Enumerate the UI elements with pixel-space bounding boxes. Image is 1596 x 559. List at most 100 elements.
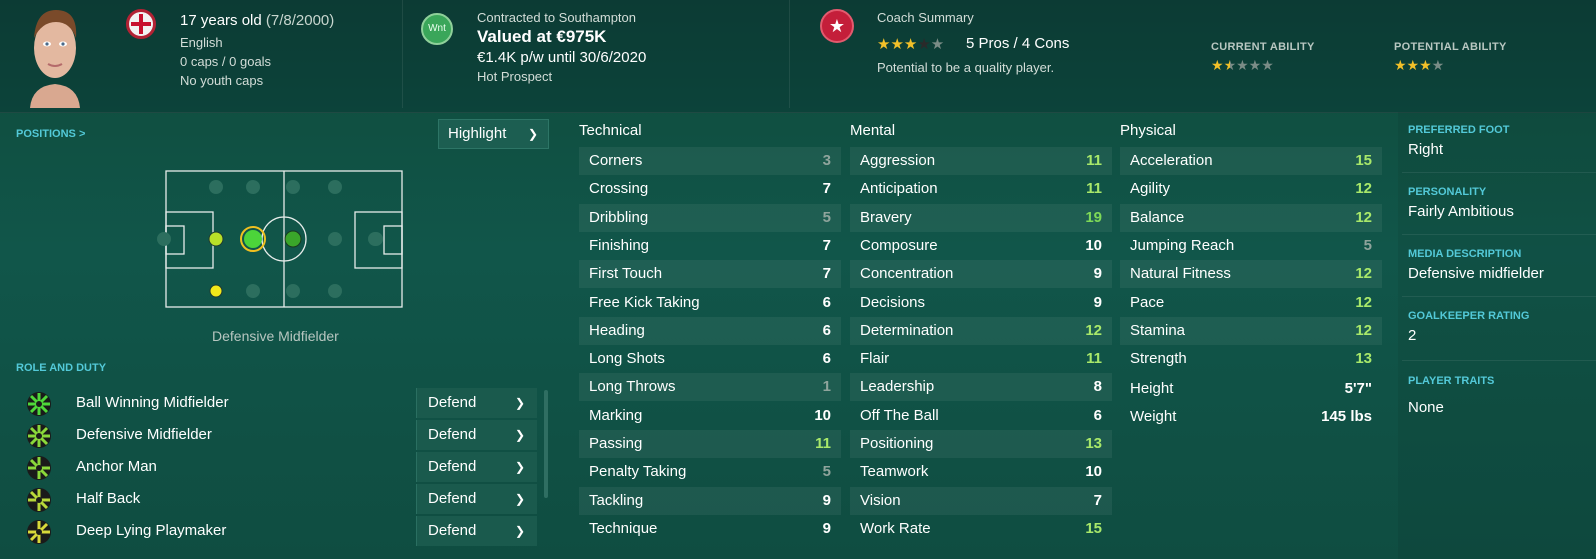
attribute-row[interactable]: Penalty Taking 5 <box>579 458 841 486</box>
attribute-row[interactable]: Free Kick Taking 6 <box>579 289 841 317</box>
attribute-name: First Touch <box>589 265 663 283</box>
attribute-row[interactable]: Heading 6 <box>579 316 841 345</box>
attribute-name: Natural Fitness <box>1130 265 1231 283</box>
attribute-row[interactable]: Dribbling 5 <box>579 203 841 232</box>
role-row[interactable]: Anchor Man Defend ❯ <box>0 452 540 482</box>
attribute-row[interactable]: Jumping Reach 5 <box>1120 232 1382 260</box>
attribute-name: Technique <box>589 519 658 537</box>
attribute-row[interactable]: Marking 10 <box>579 402 841 430</box>
attribute-row[interactable]: Tackling 9 <box>579 486 841 515</box>
position-caption: Defensive Midfielder <box>212 328 339 344</box>
chevron-down-icon: ❯ <box>514 396 525 410</box>
roles-scrollbar[interactable] <box>544 390 548 498</box>
attribute-row[interactable]: Bravery 19 <box>850 203 1112 232</box>
attribute-name: Concentration <box>860 265 954 283</box>
attribute-row[interactable]: Balance 12 <box>1120 203 1382 232</box>
status-text: Hot Prospect <box>477 69 553 84</box>
attribute-row[interactable]: Composure 10 <box>850 232 1112 260</box>
attribute-row[interactable]: First Touch 7 <box>579 260 841 289</box>
attribute-row[interactable]: Pace 12 <box>1120 289 1382 317</box>
player-age: 17 years old (7/8/2000) <box>180 12 335 29</box>
positions-link[interactable]: POSITIONS > <box>16 128 85 140</box>
attribute-value: 19 <box>1085 208 1102 226</box>
attribute-row[interactable]: Passing 11 <box>579 430 841 458</box>
caps-goals: 0 caps / 0 goals <box>180 54 272 69</box>
attribute-row[interactable]: Crossing 7 <box>579 175 841 203</box>
attribute-row[interactable]: Corners 3 <box>579 147 841 175</box>
attribute-name: Determination <box>860 321 954 339</box>
attribute-row[interactable]: Concentration 9 <box>850 260 1112 289</box>
position-dot <box>369 232 383 246</box>
coach-stars: ★★★★★ <box>877 36 945 53</box>
attribute-row[interactable]: Anticipation 11 <box>850 175 1112 203</box>
highlight-dropdown[interactable]: Highlight ❯ <box>438 119 549 149</box>
attribute-row[interactable]: Vision 7 <box>850 486 1112 515</box>
coach-summary-title: Coach Summary <box>877 10 974 25</box>
attribute-row[interactable]: Work Rate 15 <box>850 515 1112 543</box>
attribute-row[interactable]: Finishing 7 <box>579 232 841 260</box>
attribute-value: 9 <box>1093 265 1102 283</box>
duty-dropdown[interactable]: Defend ❯ <box>416 420 537 450</box>
attribute-name: Agility <box>1130 180 1171 198</box>
attribute-name: Strength <box>1130 350 1187 368</box>
attribute-row[interactable]: Long Shots 6 <box>579 345 841 373</box>
attribute-row[interactable]: Determination 12 <box>850 316 1112 345</box>
attribute-row[interactable]: Technique 9 <box>579 515 841 543</box>
attribute-row[interactable]: Stamina 12 <box>1120 316 1382 345</box>
position-dot <box>157 232 171 246</box>
nationality: English <box>180 35 223 50</box>
goalkeeper-rating-value: 2 <box>1408 327 1417 344</box>
chevron-down-icon: ❯ <box>514 428 525 442</box>
attribute-row[interactable]: Decisions 9 <box>850 289 1112 317</box>
attribute-row[interactable]: Long Throws 1 <box>579 373 841 402</box>
current-ability-label: CURRENT ABILITY <box>1211 41 1315 53</box>
media-description-value: Defensive midfielder <box>1408 265 1544 282</box>
potential-ability-label: POTENTIAL ABILITY <box>1394 41 1507 53</box>
attribute-row[interactable]: Teamwork 10 <box>850 458 1112 486</box>
attribute-value: 5 <box>1363 236 1372 254</box>
england-flag-icon <box>126 9 156 39</box>
attribute-value: 13 <box>1355 350 1372 368</box>
attribute-row[interactable]: Strength 13 <box>1120 345 1382 373</box>
height-label: Height <box>1130 380 1174 397</box>
duty-dropdown[interactable]: Defend ❯ <box>416 452 537 482</box>
attribute-value: 12 <box>1085 321 1102 339</box>
role-row[interactable]: Half Back Defend ❯ <box>0 484 540 514</box>
role-row[interactable]: Deep Lying Playmaker Defend ❯ <box>0 516 540 546</box>
attribute-row[interactable]: Flair 11 <box>850 345 1112 373</box>
attribute-row[interactable]: Off The Ball 6 <box>850 402 1112 430</box>
attribute-name: Flair <box>860 350 890 368</box>
chevron-down-icon: ❯ <box>514 460 525 474</box>
technical-heading: Technical <box>579 122 642 139</box>
personality-label: PERSONALITY <box>1408 186 1487 198</box>
attribute-name: Off The Ball <box>860 406 939 424</box>
attribute-name: Heading <box>589 321 645 339</box>
duty-dropdown[interactable]: Defend ❯ <box>416 388 537 418</box>
pros-cons[interactable]: 5 Pros / 4 Cons <box>966 35 1069 52</box>
coach-note: Potential to be a quality player. <box>877 60 1055 75</box>
role-row[interactable]: Defensive Midfielder Defend ❯ <box>0 420 540 450</box>
role-suitability-icon <box>27 520 51 544</box>
player-traits-value: None <box>1408 399 1444 416</box>
duty-dropdown[interactable]: Defend ❯ <box>416 484 537 514</box>
player-traits-label: PLAYER TRAITS <box>1408 375 1495 387</box>
attribute-row[interactable]: Natural Fitness 12 <box>1120 260 1382 289</box>
club-badge-icon[interactable]: Wnt <box>421 13 453 45</box>
attribute-name: Bravery <box>860 208 912 226</box>
attribute-name: Positioning <box>860 435 934 452</box>
weight-value: 145 lbs <box>1321 408 1372 425</box>
mental-heading: Mental <box>850 122 896 139</box>
chevron-down-icon: ❯ <box>527 127 538 141</box>
attribute-row[interactable]: Agility 12 <box>1120 175 1382 203</box>
attribute-value: 11 <box>1086 152 1102 169</box>
attribute-value: 9 <box>822 491 831 509</box>
attribute-value: 15 <box>1355 152 1372 169</box>
attribute-row[interactable]: Acceleration 15 <box>1120 147 1382 175</box>
attribute-row[interactable]: Positioning 13 <box>850 430 1112 458</box>
duty-dropdown[interactable]: Defend ❯ <box>416 516 537 546</box>
attribute-name: Dribbling <box>589 208 649 226</box>
attribute-row[interactable]: Aggression 11 <box>850 147 1112 175</box>
attribute-row[interactable]: Leadership 8 <box>850 373 1112 402</box>
media-description-label: MEDIA DESCRIPTION <box>1408 248 1522 260</box>
role-row[interactable]: Ball Winning Midfielder Defend ❯ <box>0 388 540 418</box>
